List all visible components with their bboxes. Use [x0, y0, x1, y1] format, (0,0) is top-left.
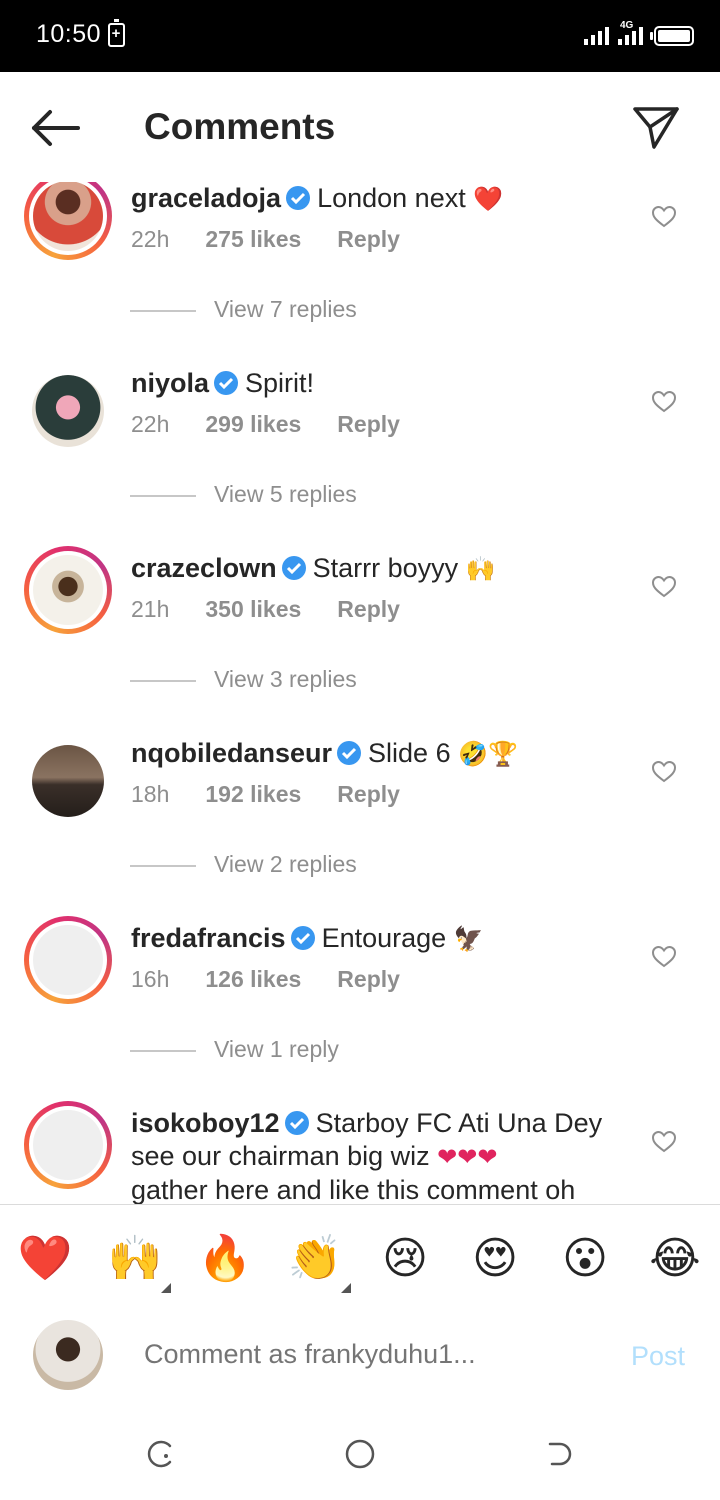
reply-button[interactable]: Reply: [337, 596, 400, 622]
home-icon[interactable]: [344, 1438, 376, 1470]
avatar[interactable]: [24, 916, 112, 1004]
comment-username[interactable]: graceladoja: [131, 183, 281, 213]
emoji-quick-bar: ❤️ 🙌 🔥 👏 😢 😍 😮 😂: [0, 1204, 720, 1306]
comment-item: crazeclown Starrr boyyy 🙌 21h 350 likes Rep…: [0, 546, 720, 737]
recent-apps-icon[interactable]: [144, 1438, 176, 1470]
comment-username[interactable]: nqobiledanseur: [131, 738, 332, 768]
view-replies-label: View 3 replies: [214, 666, 357, 692]
back-icon[interactable]: [544, 1438, 576, 1470]
comment-text: Starrr boyyy: [312, 553, 459, 583]
verified-badge-icon: [284, 1111, 309, 1135]
view-replies-label: View 1 reply: [214, 1036, 339, 1062]
avatar[interactable]: [24, 1101, 112, 1189]
comment-item: fredafrancis Entourage 🦅 16h 126 likes Repl…: [0, 916, 720, 1107]
comment-time: 22h: [131, 411, 170, 437]
comment-emoji: ❤️: [473, 185, 504, 213]
avatar[interactable]: [24, 182, 112, 260]
tears-of-joy-emoji-button[interactable]: 😂: [647, 1231, 703, 1287]
like-heart-icon[interactable]: [652, 576, 676, 598]
comment-username[interactable]: crazeclown: [131, 553, 277, 583]
surprised-face-emoji-button[interactable]: 😮: [557, 1231, 613, 1287]
current-user-avatar: [33, 1320, 103, 1390]
back-arrow-icon[interactable]: [30, 108, 82, 148]
comment-item: graceladoja London next ❤️ 22h 275 likes Re…: [0, 182, 720, 367]
comment-username[interactable]: fredafrancis: [131, 923, 286, 953]
reply-button[interactable]: Reply: [337, 966, 400, 992]
comment-time: 22h: [131, 226, 170, 252]
view-replies-label: View 5 replies: [214, 481, 357, 507]
view-replies-button[interactable]: View 3 replies: [130, 666, 357, 693]
comment-text: Slide 6: [368, 738, 451, 768]
avatar[interactable]: [24, 546, 112, 634]
skin-tone-indicator-icon: [161, 1283, 171, 1293]
clapping-hands-emoji-button[interactable]: 👏: [287, 1231, 343, 1287]
network-type: 4G: [620, 20, 634, 31]
signal-bar-icon: [584, 39, 588, 45]
view-replies-button[interactable]: View 5 replies: [130, 481, 357, 508]
like-heart-icon[interactable]: [652, 761, 676, 783]
comment-text: Spirit!: [245, 368, 315, 398]
crying-face-emoji-button[interactable]: 😢: [377, 1231, 433, 1287]
signal-bar-icon-2: [618, 39, 622, 45]
comment-time: 16h: [131, 966, 170, 992]
comment-item: niyola Spirit! 22h 299 likes Reply View 5 r…: [0, 367, 720, 552]
fire-emoji-button[interactable]: 🔥: [197, 1231, 253, 1287]
reply-button[interactable]: Reply: [337, 411, 400, 437]
comments-list[interactable]: graceladoja London next ❤️ 22h 275 likes Re…: [0, 182, 720, 1204]
direct-message-icon[interactable]: [632, 106, 680, 150]
comment-composer: Post: [0, 1305, 720, 1410]
comment-username[interactable]: isokoboy12: [131, 1108, 280, 1138]
status-time: 10:50: [36, 20, 102, 48]
comment-likes[interactable]: 299 likes: [205, 411, 301, 437]
verified-badge-icon: [281, 556, 306, 580]
comment-text-line-1: Starboy FC Ati Una Dey: [315, 1108, 603, 1138]
system-navigation-bar: [0, 1410, 720, 1500]
comment-likes[interactable]: 126 likes: [205, 966, 301, 992]
like-heart-icon[interactable]: [652, 946, 676, 968]
comment-emoji: 🙌: [465, 555, 496, 583]
comment-emoji: 🤣🏆: [458, 740, 518, 768]
verified-badge-icon: [337, 741, 362, 765]
comment-text-line-2: see our chairman big wiz: [131, 1141, 430, 1171]
verified-badge-icon: [214, 371, 239, 395]
skin-tone-indicator-icon: [341, 1283, 351, 1293]
comment-time: 21h: [131, 596, 170, 622]
view-replies-label: View 2 replies: [214, 851, 357, 877]
raising-hands-emoji-button[interactable]: 🙌: [107, 1231, 163, 1287]
comment-emoji: 🦅: [453, 925, 484, 953]
comment-likes[interactable]: 275 likes: [205, 226, 301, 252]
like-heart-icon[interactable]: [652, 1131, 676, 1153]
view-replies-button[interactable]: View 2 replies: [130, 851, 357, 878]
view-replies-button[interactable]: View 7 replies: [130, 296, 357, 323]
comment-text: London next: [317, 183, 466, 213]
comment-emoji: ❤❤❤: [437, 1143, 498, 1171]
verified-badge-icon: [290, 926, 315, 950]
comment-item: isokoboy12 Starboy FC Ati Una Dey see our…: [0, 1101, 720, 1204]
like-heart-icon[interactable]: [652, 206, 676, 228]
comment-text-line-3: gather here and like this comment oh: [131, 1175, 576, 1204]
status-bar: 10:50 + 4G: [0, 0, 720, 72]
reply-button[interactable]: Reply: [337, 226, 400, 252]
comment-likes[interactable]: 350 likes: [205, 596, 301, 622]
comment-text: Entourage: [321, 923, 447, 953]
reply-button[interactable]: Reply: [337, 781, 400, 807]
comment-input[interactable]: [144, 1339, 544, 1370]
view-replies-button[interactable]: View 1 reply: [130, 1036, 339, 1063]
verified-badge-icon: [286, 186, 311, 210]
comment-item: nqobiledanseur Slide 6 🤣🏆 18h 192 likes Rep…: [0, 737, 720, 922]
page-title: Comments: [144, 106, 336, 147]
view-replies-label: View 7 replies: [214, 296, 357, 322]
comment-username[interactable]: niyola: [131, 368, 209, 398]
comment-likes[interactable]: 192 likes: [205, 781, 301, 807]
comment-time: 18h: [131, 781, 170, 807]
avatar[interactable]: [32, 375, 104, 447]
avatar[interactable]: [32, 745, 104, 817]
post-button[interactable]: Post: [631, 1341, 685, 1372]
charging-battery-icon: +: [108, 19, 125, 47]
heart-eyes-emoji-button[interactable]: 😍: [467, 1231, 523, 1287]
like-heart-icon[interactable]: [652, 391, 676, 413]
red-heart-emoji-button[interactable]: ❤️: [17, 1231, 73, 1287]
battery-icon: [650, 26, 694, 46]
header: Comments: [0, 72, 720, 182]
